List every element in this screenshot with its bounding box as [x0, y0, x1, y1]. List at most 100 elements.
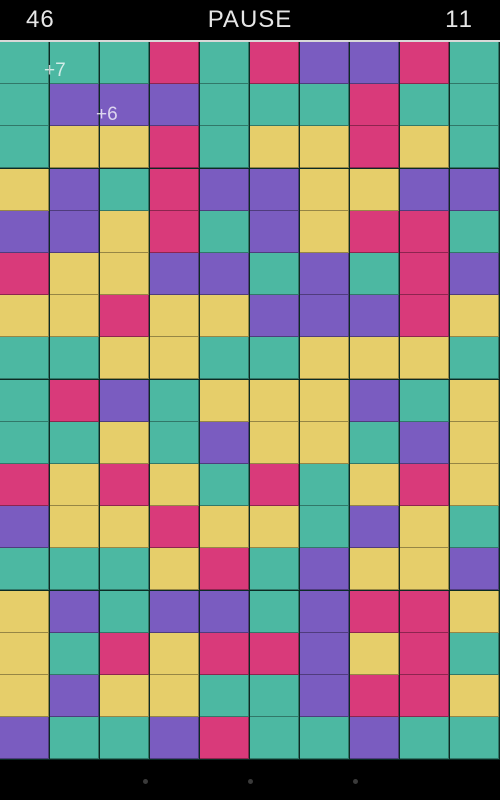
color-tile[interactable]: [400, 464, 449, 506]
color-tile[interactable]: [150, 506, 199, 548]
color-tile[interactable]: [50, 717, 99, 759]
nav-recents-icon[interactable]: [353, 779, 358, 784]
color-tile[interactable]: [350, 126, 399, 168]
color-tile[interactable]: [100, 126, 149, 168]
color-tile[interactable]: [50, 506, 99, 548]
color-tile[interactable]: [300, 591, 349, 633]
color-tile[interactable]: [250, 337, 299, 379]
color-tile[interactable]: [200, 717, 249, 759]
color-tile[interactable]: [100, 506, 149, 548]
color-tile[interactable]: [250, 717, 299, 759]
color-tile[interactable]: [450, 253, 499, 295]
color-tile[interactable]: [400, 506, 449, 548]
color-tile[interactable]: [150, 675, 199, 717]
color-tile[interactable]: [200, 548, 249, 590]
color-tile[interactable]: [50, 169, 99, 211]
color-tile[interactable]: [0, 633, 49, 675]
color-tile[interactable]: [0, 591, 49, 633]
color-tile[interactable]: [400, 253, 449, 295]
color-tile[interactable]: [400, 633, 449, 675]
color-tile[interactable]: [150, 253, 199, 295]
color-tile[interactable]: [200, 42, 249, 84]
color-tile[interactable]: [400, 211, 449, 253]
color-tile[interactable]: [150, 211, 199, 253]
color-tile[interactable]: [100, 464, 149, 506]
color-tile[interactable]: [0, 84, 49, 126]
color-tile[interactable]: [200, 253, 249, 295]
color-tile[interactable]: [450, 211, 499, 253]
color-tile[interactable]: [50, 633, 99, 675]
color-tile[interactable]: [200, 126, 249, 168]
color-tile[interactable]: [450, 591, 499, 633]
color-tile[interactable]: [450, 84, 499, 126]
color-tile[interactable]: [450, 633, 499, 675]
color-tile[interactable]: [300, 126, 349, 168]
nav-back-icon[interactable]: [143, 779, 148, 784]
color-tile[interactable]: [250, 548, 299, 590]
color-tile[interactable]: [350, 633, 399, 675]
color-tile[interactable]: [400, 126, 449, 168]
color-tile[interactable]: [0, 337, 49, 379]
color-tile[interactable]: [400, 42, 449, 84]
nav-home-icon[interactable]: [248, 779, 253, 784]
color-tile[interactable]: [400, 422, 449, 464]
color-tile[interactable]: [200, 295, 249, 337]
color-tile[interactable]: [150, 548, 199, 590]
color-tile[interactable]: [100, 717, 149, 759]
color-tile[interactable]: [350, 253, 399, 295]
color-tile[interactable]: [300, 548, 349, 590]
color-tile[interactable]: [0, 126, 49, 168]
color-tile[interactable]: [350, 211, 399, 253]
color-tile[interactable]: [200, 464, 249, 506]
color-tile[interactable]: [200, 169, 249, 211]
color-tile[interactable]: [50, 675, 99, 717]
color-tile[interactable]: [0, 675, 49, 717]
color-tile[interactable]: [250, 591, 299, 633]
color-tile[interactable]: [450, 548, 499, 590]
color-tile[interactable]: [100, 675, 149, 717]
color-tile[interactable]: [350, 42, 399, 84]
color-tile[interactable]: [0, 42, 49, 84]
color-tile[interactable]: [350, 717, 399, 759]
color-tile[interactable]: [100, 548, 149, 590]
color-tile[interactable]: [0, 169, 49, 211]
color-tile[interactable]: [350, 506, 399, 548]
color-tile[interactable]: [0, 253, 49, 295]
color-tile[interactable]: [250, 675, 299, 717]
color-tile[interactable]: [50, 380, 99, 422]
color-tile[interactable]: [150, 295, 199, 337]
color-tile[interactable]: [350, 591, 399, 633]
pause-button[interactable]: PAUSE: [208, 6, 293, 33]
color-tile[interactable]: [100, 253, 149, 295]
color-tile[interactable]: [150, 126, 199, 168]
color-tile[interactable]: [50, 126, 99, 168]
color-tile[interactable]: [400, 337, 449, 379]
color-tile[interactable]: [250, 633, 299, 675]
color-tile[interactable]: [200, 211, 249, 253]
color-tile[interactable]: [450, 422, 499, 464]
color-tile[interactable]: [150, 42, 199, 84]
color-tile[interactable]: [300, 295, 349, 337]
color-tile[interactable]: [450, 126, 499, 168]
color-tile[interactable]: [300, 633, 349, 675]
color-tile[interactable]: [150, 591, 199, 633]
color-tile[interactable]: [450, 506, 499, 548]
color-tile[interactable]: [350, 337, 399, 379]
color-tile[interactable]: [400, 169, 449, 211]
color-tile[interactable]: [300, 422, 349, 464]
color-tile[interactable]: [250, 295, 299, 337]
color-tile[interactable]: [300, 717, 349, 759]
color-tile[interactable]: [0, 380, 49, 422]
color-tile[interactable]: [250, 211, 299, 253]
color-tile[interactable]: [50, 591, 99, 633]
color-tile[interactable]: [100, 295, 149, 337]
color-tile[interactable]: [150, 633, 199, 675]
color-tile[interactable]: [400, 591, 449, 633]
color-tile[interactable]: [400, 295, 449, 337]
color-tile[interactable]: [150, 464, 199, 506]
color-tile[interactable]: [250, 84, 299, 126]
color-tile[interactable]: [400, 717, 449, 759]
color-tile[interactable]: [450, 675, 499, 717]
color-tile[interactable]: [350, 675, 399, 717]
color-tile[interactable]: [200, 633, 249, 675]
